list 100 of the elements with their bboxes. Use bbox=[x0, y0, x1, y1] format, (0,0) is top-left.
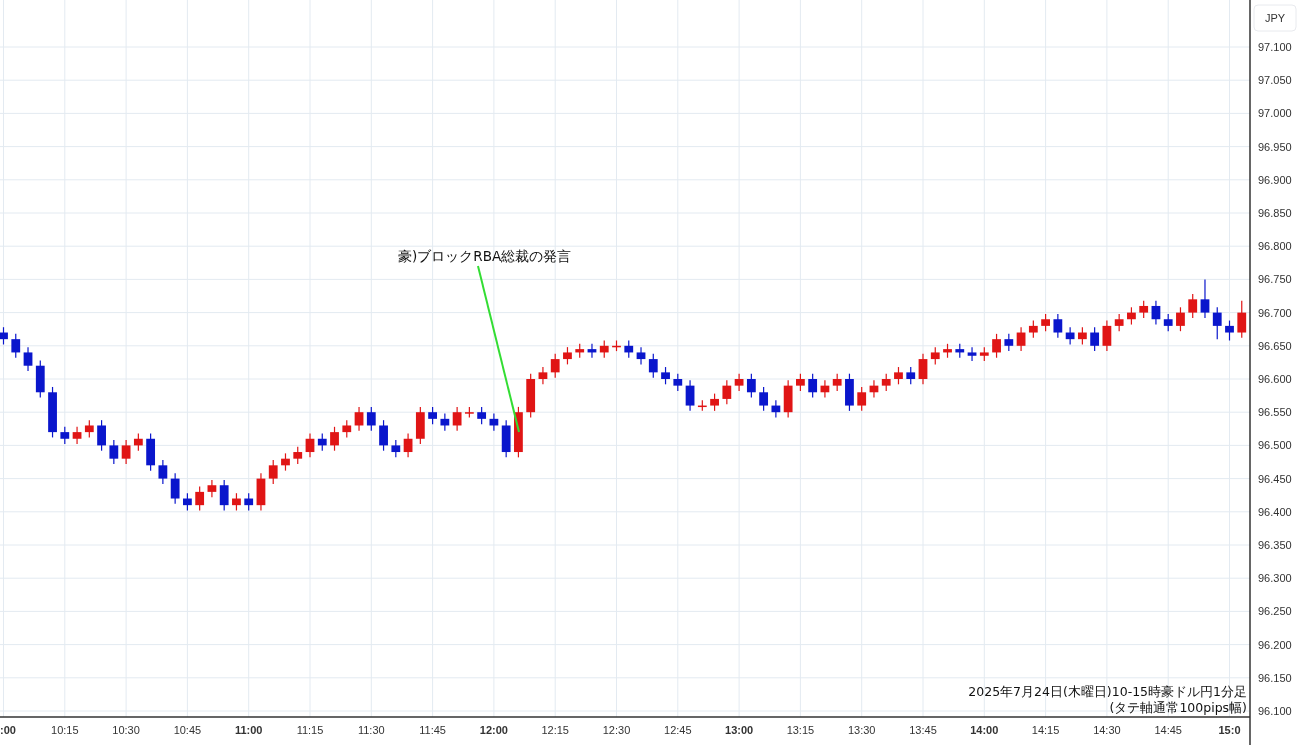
candle bbox=[281, 452, 290, 472]
time-label: 14:00 bbox=[970, 724, 999, 736]
price-label: 96.200 bbox=[1258, 638, 1292, 651]
candle bbox=[526, 373, 536, 419]
candle bbox=[550, 353, 560, 379]
candle bbox=[599, 339, 609, 359]
candle bbox=[158, 459, 168, 485]
candle bbox=[722, 379, 732, 405]
candle bbox=[60, 426, 70, 445]
candle bbox=[514, 406, 523, 458]
candle bbox=[930, 346, 940, 365]
candle bbox=[232, 492, 241, 512]
candle bbox=[403, 432, 413, 458]
candle bbox=[979, 346, 989, 362]
candle bbox=[133, 432, 143, 452]
candle bbox=[84, 419, 94, 439]
candle bbox=[1225, 319, 1234, 342]
candle bbox=[23, 346, 33, 372]
time-label: 11:15 bbox=[296, 724, 324, 736]
time-label: 12:45 bbox=[664, 724, 692, 736]
candle bbox=[1004, 333, 1014, 352]
candle bbox=[195, 485, 205, 512]
chart-caption: (タテ軸通常100pips幅) bbox=[1109, 700, 1247, 715]
candle bbox=[796, 373, 805, 392]
time-label: 11:00 bbox=[234, 724, 263, 736]
candle bbox=[575, 343, 585, 359]
price-label: 96.600 bbox=[1258, 373, 1292, 385]
candle bbox=[244, 492, 254, 512]
candle bbox=[612, 339, 621, 352]
candle bbox=[477, 406, 487, 425]
candle bbox=[342, 419, 352, 439]
candle bbox=[97, 419, 106, 452]
candle bbox=[624, 339, 634, 359]
currency-badge: JPY bbox=[1253, 4, 1297, 32]
candle bbox=[697, 399, 707, 412]
candle bbox=[121, 439, 131, 465]
candle bbox=[918, 353, 928, 385]
candle bbox=[1127, 306, 1136, 326]
candle bbox=[170, 472, 180, 505]
candle bbox=[967, 346, 977, 362]
candle bbox=[710, 393, 719, 412]
candle bbox=[845, 373, 854, 412]
candle bbox=[1237, 300, 1247, 339]
candle bbox=[857, 386, 867, 412]
candle bbox=[35, 359, 45, 399]
price-label: 96.350 bbox=[1258, 539, 1292, 551]
candle bbox=[219, 479, 229, 512]
candle bbox=[673, 373, 683, 392]
candle bbox=[489, 412, 499, 432]
candle bbox=[48, 386, 57, 439]
candle bbox=[869, 379, 879, 399]
candle bbox=[146, 432, 155, 472]
candle bbox=[1016, 326, 1026, 352]
candle bbox=[268, 459, 278, 485]
price-label: 96.300 bbox=[1258, 572, 1292, 585]
candle bbox=[661, 366, 670, 385]
time-label: 13:45 bbox=[909, 724, 937, 736]
time-label: 13:00 bbox=[725, 724, 754, 736]
time-label: 12:15 bbox=[541, 724, 569, 736]
candle bbox=[330, 426, 339, 452]
y-axis-title: JPY bbox=[1264, 12, 1286, 24]
price-label: 96.700 bbox=[1258, 306, 1292, 319]
candle bbox=[0, 326, 8, 346]
time-label: 13:15 bbox=[786, 724, 815, 736]
candle bbox=[1053, 313, 1063, 339]
time-label: 14:15 bbox=[1031, 724, 1060, 736]
candle bbox=[452, 406, 462, 432]
candle bbox=[1139, 300, 1149, 319]
candle bbox=[305, 432, 315, 458]
candle bbox=[685, 379, 695, 412]
price-label: 97.000 bbox=[1258, 107, 1292, 120]
candle bbox=[771, 399, 781, 419]
candle bbox=[1041, 313, 1050, 332]
price-label: 97.050 bbox=[1258, 74, 1292, 87]
price-label: 97.100 bbox=[1258, 41, 1292, 53]
price-label: 96.250 bbox=[1258, 605, 1292, 618]
price-label: 96.150 bbox=[1258, 671, 1292, 684]
time-label: 10:45 bbox=[173, 724, 202, 736]
candle bbox=[832, 373, 842, 392]
candle bbox=[734, 373, 744, 392]
price-label: 96.850 bbox=[1258, 207, 1292, 219]
candle bbox=[587, 343, 597, 359]
candle bbox=[366, 406, 376, 432]
time-label: 10:15 bbox=[51, 724, 79, 736]
time-label: 12:00 bbox=[479, 724, 508, 736]
candle bbox=[1078, 326, 1087, 346]
candle bbox=[992, 333, 1001, 359]
candle bbox=[440, 412, 450, 432]
candle bbox=[906, 366, 916, 385]
candle bbox=[1212, 306, 1222, 340]
price-label: 96.950 bbox=[1258, 140, 1292, 153]
price-label: 96.100 bbox=[1258, 705, 1292, 717]
candle bbox=[183, 492, 192, 512]
candle bbox=[317, 432, 327, 452]
candle bbox=[1188, 293, 1198, 319]
candle bbox=[72, 426, 82, 445]
candle bbox=[759, 386, 768, 412]
time-label: 10:30 bbox=[112, 724, 140, 736]
candle bbox=[1163, 313, 1173, 332]
candle bbox=[881, 373, 891, 392]
